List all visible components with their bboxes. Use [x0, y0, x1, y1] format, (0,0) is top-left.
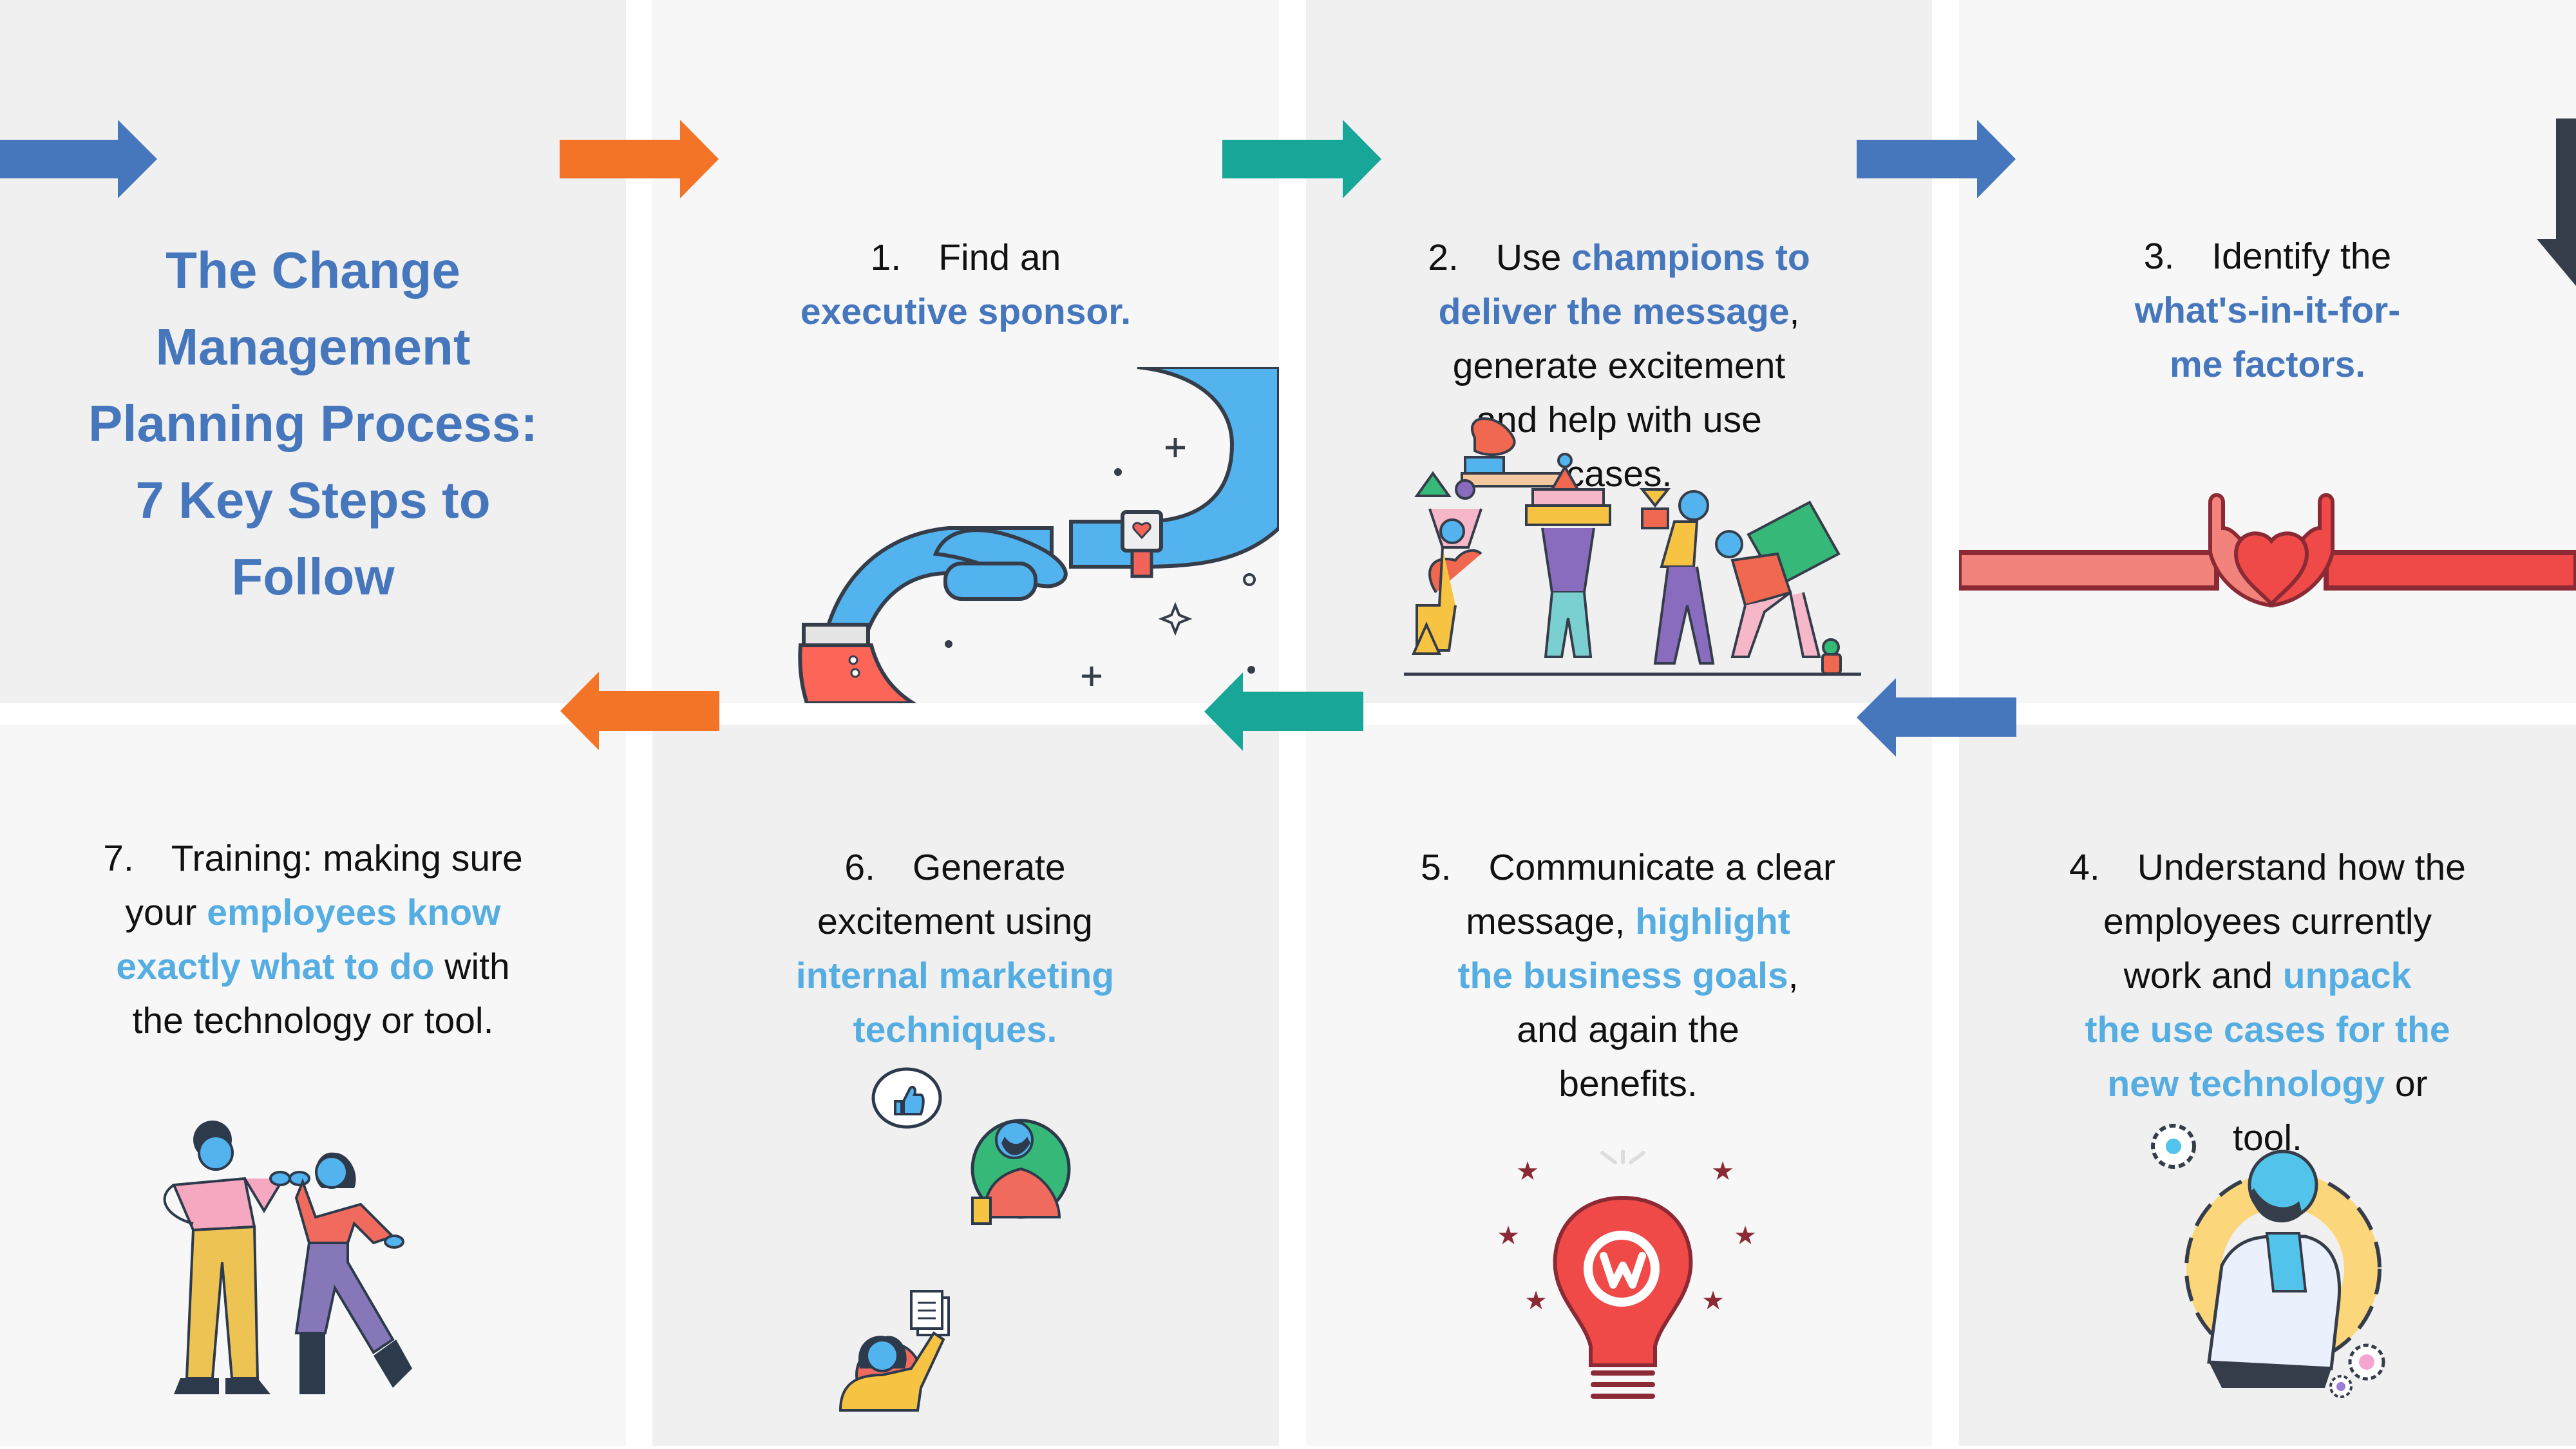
step-number: 3.	[2143, 236, 2175, 277]
team-carrying-blocks-illustration	[1404, 417, 1861, 676]
step-7-text: 7. Training: making sure your employees kn…	[0, 831, 626, 1048]
step-text-line: 3. Identify the	[1959, 229, 2576, 283]
step-text-line: the technology or tool.	[0, 994, 626, 1048]
thinking-person-gears-illustration	[2151, 1124, 2385, 1398]
highlight-text: exactly what to do	[116, 946, 435, 987]
svg-text:★: ★	[1524, 1286, 1548, 1316]
highlight-text: the use cases for the	[2085, 1009, 2450, 1050]
body-text: employees currently	[2103, 901, 2432, 942]
svg-text:★: ★	[1516, 1157, 1539, 1186]
body-text: Generate	[912, 847, 1066, 888]
body-text: Understand how the	[2137, 847, 2466, 888]
body-text: ,	[1789, 291, 1800, 332]
step-text-line: generate excitement	[1306, 339, 1932, 393]
highlight-text: techniques.	[853, 1009, 1057, 1050]
step-text-line: techniques.	[652, 1003, 1258, 1057]
handshake-illustration	[798, 367, 1279, 703]
highlight-text: deliver the message	[1438, 291, 1790, 332]
people-sharing-illustration	[838, 1067, 1071, 1412]
step-text-line: your employees know	[0, 886, 626, 940]
body-text: with	[434, 946, 510, 987]
step-text-line: 5. Communicate a clear	[1306, 840, 1950, 895]
svg-text:★: ★	[1734, 1221, 1757, 1251]
step-text-line: what's-in-it-for-	[1959, 283, 2576, 337]
highlight-text: what's-in-it-for-	[2134, 290, 2401, 331]
highlight-text: the business goals	[1457, 955, 1788, 996]
step-text-line: the business goals,	[1306, 949, 1950, 1003]
arrow-right-icon	[560, 120, 719, 198]
step-text-line: exactly what to do with	[0, 940, 626, 994]
highlight-text: me factors.	[2169, 344, 2366, 385]
step-text-line: benefits.	[1306, 1057, 1950, 1111]
step-text-line: message, highlight	[1306, 895, 1950, 949]
body-text: or	[2385, 1063, 2428, 1104]
step-text-line: internal marketing	[652, 949, 1258, 1003]
step-number: 7.	[103, 838, 134, 879]
body-text: Find an	[938, 237, 1061, 278]
step-text-line: 2. Use champions to	[1306, 231, 1932, 285]
highlight-text: executive sponsor.	[800, 291, 1132, 332]
page-title: The Change Management Planning Process: …	[0, 232, 626, 615]
fist-bump-illustration	[163, 1121, 412, 1394]
body-text: and again the	[1517, 1009, 1739, 1050]
step-text-line: new technology or	[1959, 1057, 2576, 1111]
svg-text:★: ★	[1497, 1221, 1520, 1251]
lightbulb-workplace-illustration: ★ ★ ★ ★ ★ ★	[1497, 1150, 1757, 1399]
body-text: Training: making sure	[171, 838, 523, 879]
step-number: 5.	[1420, 847, 1452, 888]
step-text-line: executive sponsor.	[652, 285, 1279, 339]
title-line: Follow	[231, 548, 395, 605]
body-text: the technology or tool.	[132, 1000, 494, 1041]
arrow-left-icon	[1857, 678, 2016, 757]
step-number: 2.	[1428, 237, 1459, 278]
body-text: Use	[1495, 237, 1572, 278]
body-text: benefits.	[1558, 1063, 1698, 1104]
step-text-line: employees currently	[1959, 895, 2576, 949]
step-text-line: me factors.	[1959, 337, 2576, 392]
title-line: Planning Process:	[88, 395, 538, 452]
arrow-right-icon	[1857, 120, 2016, 198]
title-line: The Change	[166, 242, 460, 299]
heart-hands-illustration	[1959, 493, 2576, 608]
title-line: 7 Key Steps to	[135, 471, 491, 529]
step-6-text: 6. Generate excitement using internal marke…	[652, 840, 1258, 1057]
arrow-right-icon	[1222, 120, 1381, 198]
highlight-text: champions to	[1571, 237, 1810, 278]
step-3-text: 3. Identify the what's-in-it-for-me factor…	[1959, 229, 2576, 392]
step-text-line: 6. Generate	[652, 840, 1258, 895]
arrow-left-icon	[560, 672, 719, 750]
body-text: Identify the	[2211, 236, 2392, 277]
body-text: message,	[1466, 901, 1636, 942]
arrow-right-icon	[0, 120, 157, 198]
highlight-text: highlight	[1635, 901, 1790, 942]
step-number: 4.	[2069, 847, 2100, 888]
title-line: Management	[155, 318, 471, 375]
step-text-line: excitement using	[652, 895, 1258, 949]
step-text-line: and again the	[1306, 1003, 1950, 1057]
highlight-text: internal marketing	[795, 955, 1115, 996]
step-text-line: 1. Find an	[652, 231, 1279, 285]
body-text: ,	[1788, 955, 1799, 996]
step-text-line: work and unpack	[1959, 949, 2576, 1003]
body-text: Communicate a clear	[1488, 847, 1836, 888]
step-number: 6.	[844, 847, 875, 888]
step-5-text: 5. Communicate a clear message, highlight t…	[1306, 840, 1950, 1111]
body-text: generate excitement	[1452, 345, 1786, 386]
step-text-line: 7. Training: making sure	[0, 831, 626, 886]
step-text-line: the use cases for the	[1959, 1003, 2576, 1057]
highlight-text: unpack	[2282, 955, 2412, 996]
highlight-text: employees know	[207, 892, 501, 933]
body-text: work and	[2123, 955, 2283, 996]
step-text-line: deliver the message,	[1306, 285, 1932, 339]
step-number: 1.	[870, 237, 902, 278]
body-text: your	[125, 892, 207, 933]
svg-text:★: ★	[1711, 1157, 1734, 1186]
body-text: excitement using	[817, 901, 1093, 942]
step-text-line: 4. Understand how the	[1959, 840, 2576, 895]
step-1-text: 1. Find an executive sponsor.	[652, 231, 1279, 339]
highlight-text: new technology	[2107, 1063, 2385, 1104]
svg-text:★: ★	[1701, 1286, 1725, 1316]
